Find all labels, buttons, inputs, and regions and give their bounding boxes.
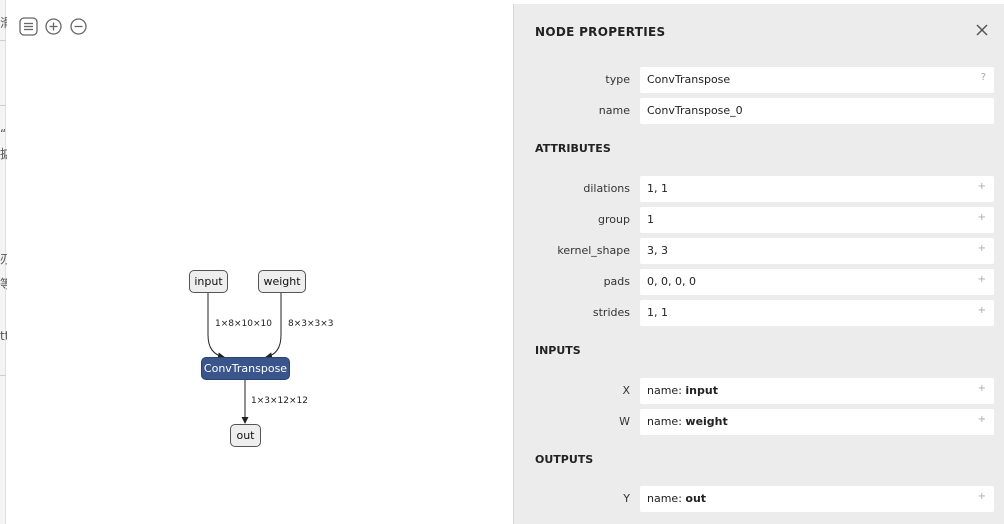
input-name-value: weight <box>685 415 728 428</box>
attribute-label: pads <box>603 275 630 288</box>
expand-icon[interactable]: + <box>978 243 986 254</box>
graph-node-input[interactable]: input <box>189 270 228 293</box>
attribute-row-dilations: dilations 1, 1 + <box>514 176 1004 202</box>
edge-label-out-shape: 1×3×12×12 <box>251 396 308 406</box>
property-value[interactable]: ConvTranspose ? <box>640 67 994 93</box>
property-row-name: name ConvTranspose_0 <box>514 98 1004 124</box>
edge-label-weight-shape: 8×3×3×3 <box>288 319 334 329</box>
attribute-value[interactable]: 0, 0, 0, 0 + <box>640 269 994 295</box>
node-properties-panel: NODE PROPERTIES type ConvTranspose ? nam… <box>513 4 1004 524</box>
close-icon[interactable] <box>974 22 990 38</box>
input-label: W <box>619 415 630 428</box>
input-value[interactable]: name: weight + <box>640 409 994 435</box>
expand-icon[interactable]: + <box>978 414 986 425</box>
attribute-value-text: 1, 1 <box>647 182 668 195</box>
input-name-prefix: name: <box>647 415 686 428</box>
attribute-row-group: group 1 + <box>514 207 1004 233</box>
input-label: X <box>622 384 630 397</box>
input-row-x: X name: input + <box>514 378 1004 404</box>
property-row-type: type ConvTranspose ? <box>514 67 1004 93</box>
expand-icon[interactable]: + <box>978 383 986 394</box>
output-row-y: Y name: out + <box>514 486 1004 512</box>
attribute-row-strides: strides 1, 1 + <box>514 300 1004 326</box>
property-label: type <box>605 73 630 86</box>
section-title-outputs: OUTPUTS <box>535 453 594 466</box>
output-name-value: out <box>685 492 707 505</box>
attribute-label: strides <box>592 306 630 319</box>
property-value[interactable]: ConvTranspose_0 <box>640 98 994 124</box>
attribute-value[interactable]: 1, 1 + <box>640 300 994 326</box>
graph-node-out[interactable]: out <box>230 424 261 447</box>
property-value-text: ConvTranspose_0 <box>647 104 743 117</box>
input-value[interactable]: name: input + <box>640 378 994 404</box>
property-value-text: ConvTranspose <box>647 73 731 86</box>
attribute-value[interactable]: 1, 1 + <box>640 176 994 202</box>
attribute-value[interactable]: 3, 3 + <box>640 238 994 264</box>
attribute-row-kernel-shape: kernel_shape 3, 3 + <box>514 238 1004 264</box>
expand-icon[interactable]: + <box>978 181 986 192</box>
attribute-value[interactable]: 1 + <box>640 207 994 233</box>
graph-node-weight[interactable]: weight <box>258 270 306 293</box>
output-value[interactable]: name: out + <box>640 486 994 512</box>
help-icon[interactable]: ? <box>981 72 986 83</box>
attribute-value-text: 1, 1 <box>647 306 668 319</box>
attribute-value-text: 0, 0, 0, 0 <box>647 275 696 288</box>
attribute-value-text: 1 <box>647 213 654 226</box>
attribute-label: kernel_shape <box>557 244 630 257</box>
expand-icon[interactable]: + <box>978 305 986 316</box>
output-label: Y <box>623 492 630 505</box>
edge-label-input-shape: 1×8×10×10 <box>215 319 272 329</box>
expand-icon[interactable]: + <box>978 274 986 285</box>
section-title-inputs: INPUTS <box>535 344 581 357</box>
output-name-prefix: name: <box>647 492 686 505</box>
attribute-row-pads: pads 0, 0, 0, 0 + <box>514 269 1004 295</box>
input-row-w: W name: weight + <box>514 409 1004 435</box>
panel-title: NODE PROPERTIES <box>535 25 666 39</box>
attribute-value-text: 3, 3 <box>647 244 668 257</box>
expand-icon[interactable]: + <box>978 491 986 502</box>
property-label: name <box>598 104 630 117</box>
expand-icon[interactable]: + <box>978 212 986 223</box>
model-graph: input weight ConvTranspose out 1×8×10×10… <box>0 0 513 524</box>
graph-node-convtranspose[interactable]: ConvTranspose <box>201 357 290 380</box>
attribute-label: dilations <box>583 182 630 195</box>
input-name-prefix: name: <box>647 384 686 397</box>
section-title-attributes: ATTRIBUTES <box>535 142 611 155</box>
input-name-value: input <box>685 384 718 397</box>
attribute-label: group <box>598 213 630 226</box>
